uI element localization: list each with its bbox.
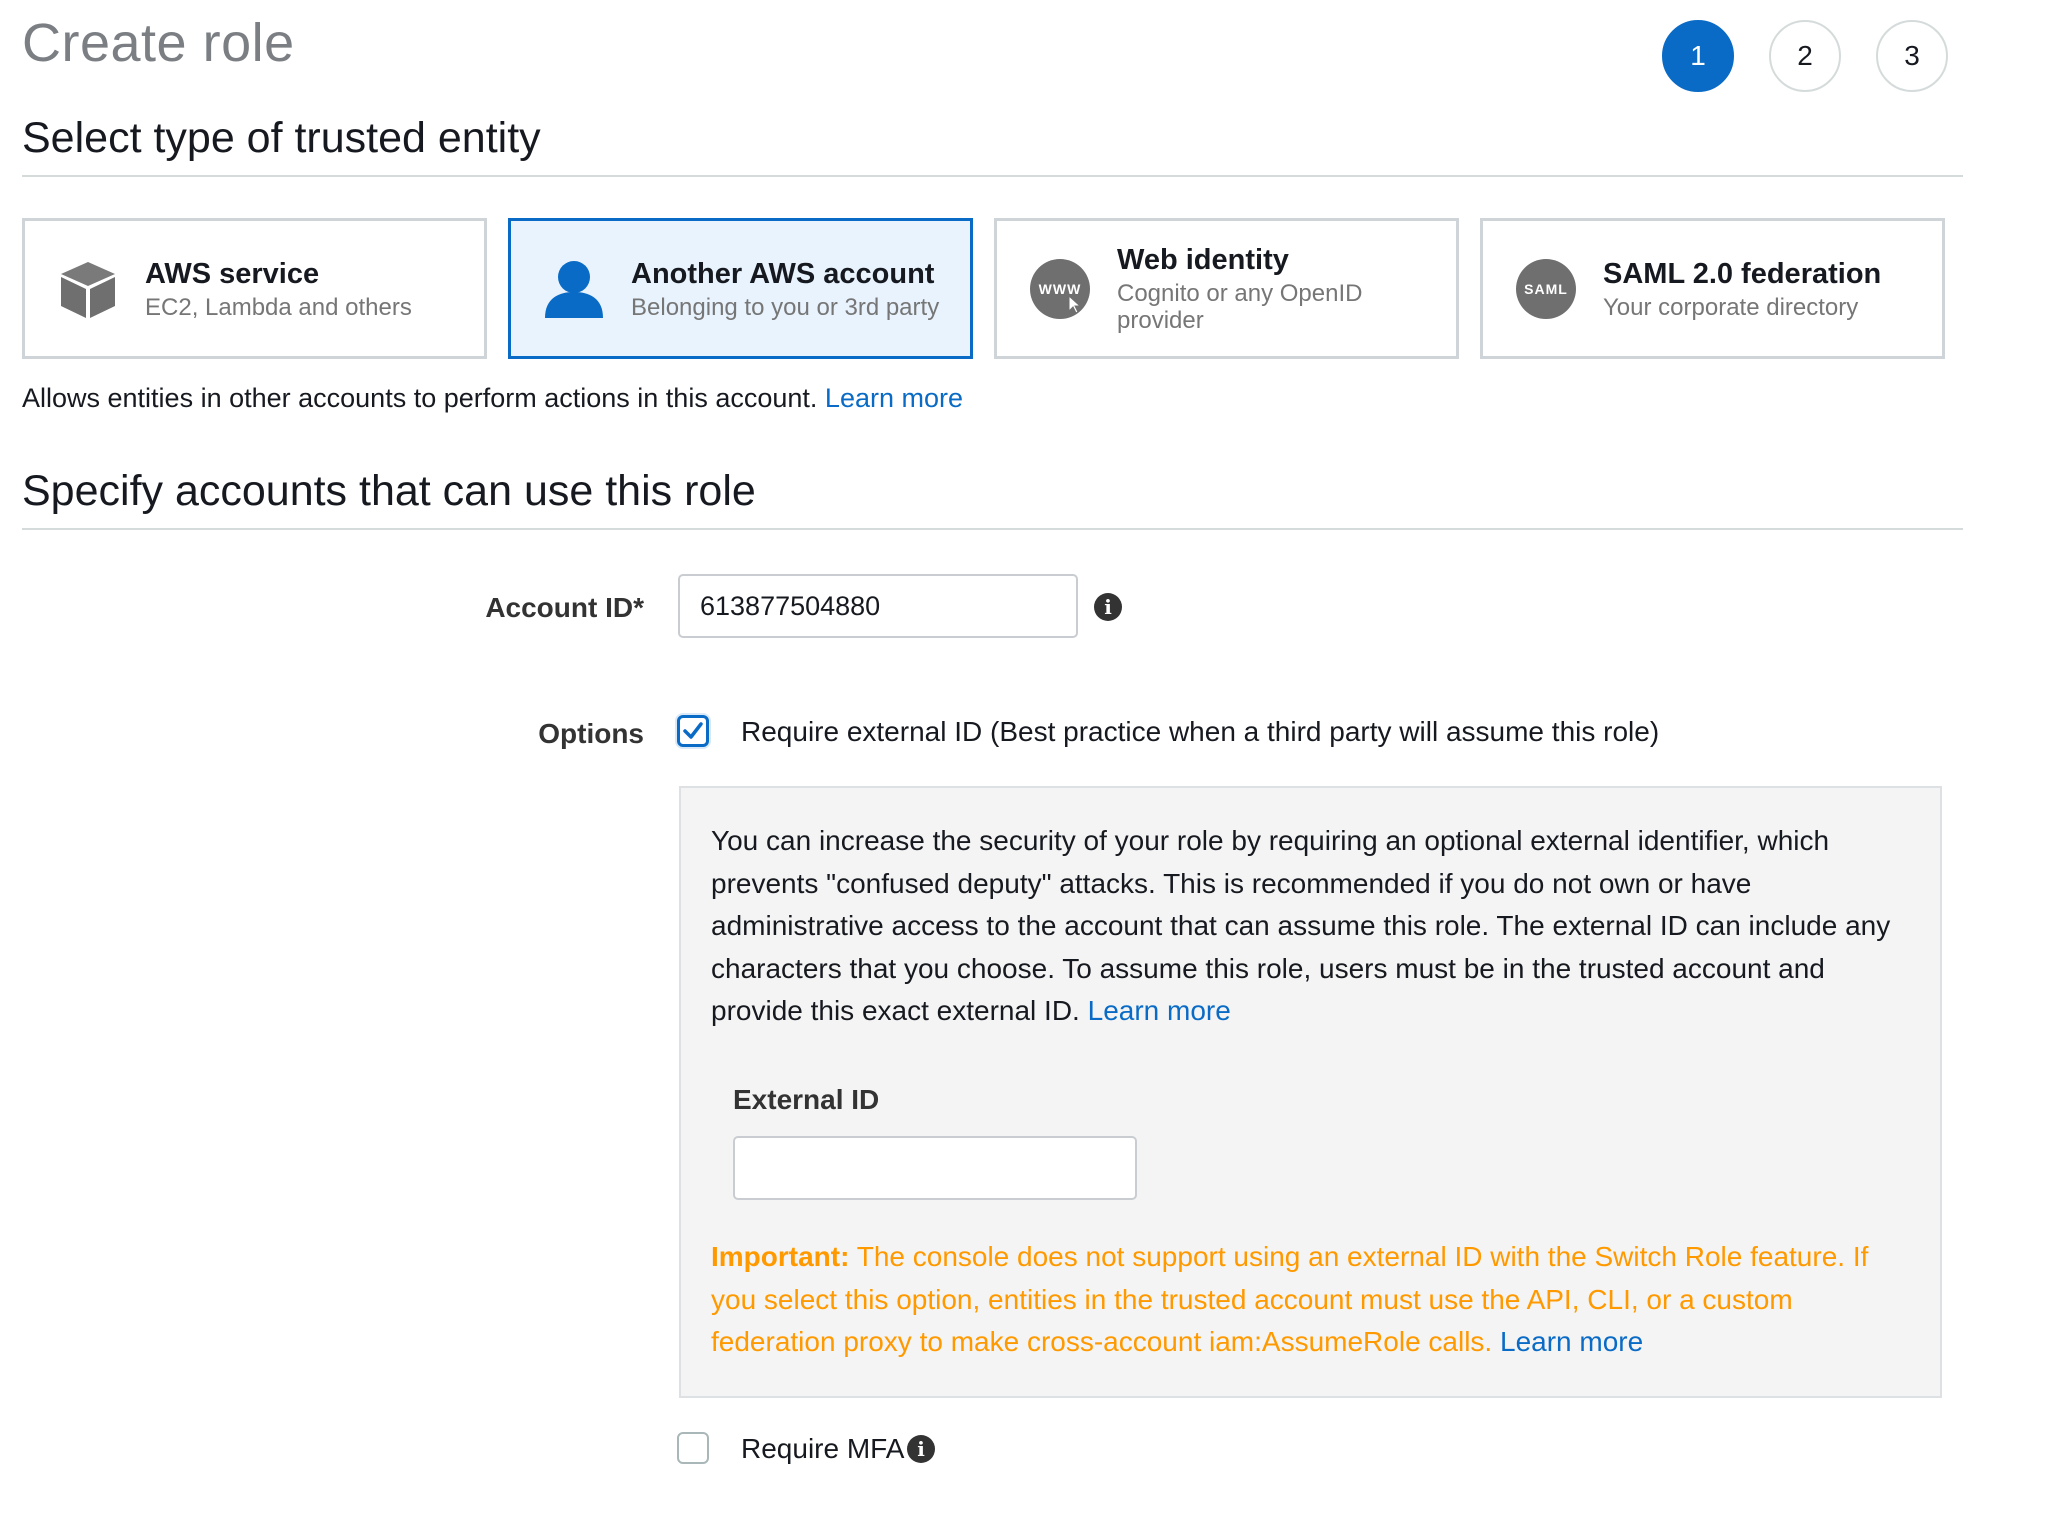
section-divider: [22, 528, 1963, 530]
external-id-learn-more-link[interactable]: Learn more: [1088, 995, 1231, 1026]
entity-subtitle: EC2, Lambda and others: [145, 293, 412, 321]
checkmark-icon: [683, 722, 703, 739]
entity-web-identity[interactable]: WWW Web identity Cognito or any OpenID p…: [994, 218, 1459, 359]
external-id-info-text: You can increase the security of your ro…: [711, 825, 1891, 1026]
user-icon: [543, 258, 605, 320]
require-external-id-label: Require external ID (Best practice when …: [741, 716, 1660, 747]
entity-subtitle: Your corporate directory: [1603, 293, 1859, 321]
wizard-steps: 1 2 3: [1662, 20, 1948, 92]
info-icon[interactable]: i: [1094, 593, 1122, 621]
www-badge: WWW: [1030, 258, 1090, 319]
external-id-info: You can increase the security of your ro…: [711, 820, 1916, 1033]
external-id-label: External ID: [733, 1084, 880, 1115]
entity-description-text: Allows entities in other accounts to per…: [22, 383, 818, 413]
trusted-entity-heading: Select type of trusted entity: [22, 114, 541, 162]
page-title: Create role: [22, 13, 295, 73]
options-label: Options: [538, 718, 644, 749]
require-mfa-checkbox[interactable]: [677, 1432, 709, 1464]
specify-accounts-heading: Specify accounts that can use this role: [22, 467, 756, 515]
important-learn-more-link[interactable]: Learn more: [1500, 1326, 1643, 1357]
www-icon: WWW: [1029, 258, 1091, 320]
require-mfa-label: Require MFA: [741, 1433, 905, 1464]
step-1[interactable]: 1: [1662, 20, 1734, 92]
entity-title: AWS service: [145, 257, 320, 290]
entity-title: Another AWS account: [631, 257, 935, 290]
section-divider: [22, 175, 1963, 177]
cube-icon: [57, 258, 119, 320]
saml-badge-text: SAML: [1524, 280, 1568, 297]
learn-more-link[interactable]: Learn more: [825, 383, 963, 413]
cursor-icon: [1068, 294, 1082, 314]
entity-saml-federation[interactable]: SAML SAML 2.0 federation Your corporate …: [1480, 218, 1945, 359]
entity-subtitle: Cognito or any OpenID provider: [1117, 280, 1363, 334]
important-note: Important: The console does not support …: [711, 1236, 1921, 1364]
step-3[interactable]: 3: [1876, 20, 1948, 92]
entity-another-aws-account[interactable]: Another AWS account Belonging to you or …: [508, 218, 973, 359]
entity-aws-service[interactable]: AWS service EC2, Lambda and others: [22, 218, 487, 359]
entity-title: SAML 2.0 federation: [1603, 257, 1882, 290]
external-id-panel: You can increase the security of your ro…: [679, 786, 1942, 1398]
important-prefix: Important:: [711, 1241, 850, 1272]
require-external-id-checkbox[interactable]: [677, 715, 709, 747]
entity-title: Web identity: [1117, 244, 1289, 276]
mfa-info-icon[interactable]: i: [907, 1435, 935, 1463]
important-text: The console does not support using an ex…: [711, 1241, 1869, 1357]
trusted-entity-options: AWS service EC2, Lambda and others Anoth…: [22, 218, 1945, 359]
step-2[interactable]: 2: [1769, 20, 1841, 92]
saml-badge: SAML: [1516, 258, 1576, 319]
entity-description: Allows entities in other accounts to per…: [22, 383, 963, 414]
entity-subtitle: Belonging to you or 3rd party: [631, 293, 940, 321]
saml-icon: SAML: [1515, 258, 1577, 320]
external-id-input[interactable]: [733, 1136, 1137, 1200]
account-id-input[interactable]: [678, 574, 1078, 638]
account-id-label: Account ID*: [485, 592, 644, 623]
